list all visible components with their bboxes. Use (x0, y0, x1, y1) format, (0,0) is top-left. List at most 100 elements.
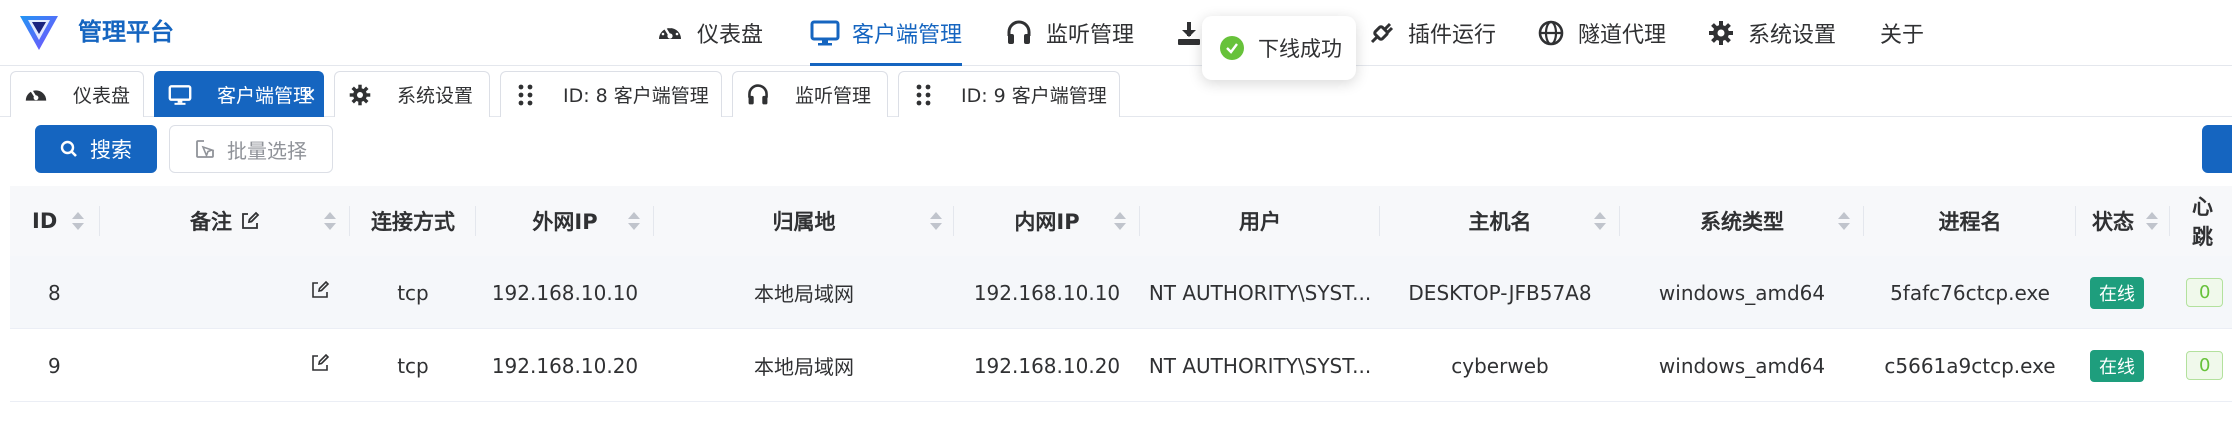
table-row[interactable]: 8 tcp 192.168.10.10 本地局域网 192.168.10.10 … (10, 256, 2232, 329)
headphones-icon (1004, 18, 1034, 48)
column-header-connection: 连接方式 (350, 186, 476, 256)
cell-status: 在线 (2076, 329, 2170, 402)
nav-system-settings-label: 系统设置 (1748, 23, 1837, 48)
cell-connection: tcp (397, 353, 429, 378)
tab-client-9[interactable]: ID: 9 客户端管理 (898, 71, 1120, 117)
column-header-lan-ip[interactable]: 内网IP (954, 186, 1140, 256)
cell-process: c5661a9ctcp.exe (1884, 353, 2056, 378)
nav-tunnel-proxy[interactable]: 隧道代理 (1536, 0, 1666, 66)
cell-os-type: windows_amd64 (1658, 280, 1826, 305)
nav-client-management[interactable]: 客户端管理 (810, 0, 963, 66)
monitor-icon (810, 18, 840, 48)
nav-dashboard-label: 仪表盘 (697, 23, 764, 48)
cell-id: 8 (48, 280, 61, 305)
column-header-os-type[interactable]: 系统类型 (1620, 186, 1864, 256)
cell-connection: tcp (397, 280, 429, 305)
column-header-process: 进程名 (1864, 186, 2076, 256)
nav-about[interactable]: 关于 (1880, 0, 1924, 66)
cell-heartbeat: 0 (2170, 329, 2232, 402)
search-icon (60, 140, 78, 158)
cell-user: NT AUTHORITY\SYST... (1148, 280, 1372, 305)
download-icon (1174, 18, 1204, 48)
edit-icon[interactable] (310, 353, 330, 373)
column-header-user: 用户 (1140, 186, 1380, 256)
heartbeat-badge: 0 (2186, 278, 2224, 307)
sort-icon[interactable] (1838, 212, 1850, 232)
sort-icon[interactable] (1594, 212, 1606, 232)
tab-system-settings-label: 系统设置 (397, 85, 474, 107)
column-header-id[interactable]: ID (10, 186, 100, 256)
page-tabs-bar: 仪表盘 客户端管理 × 系统设置 ID: 8 客户端管理 监听管理 ID: 9 … (0, 67, 2232, 117)
tab-client-management[interactable]: 客户端管理 × (154, 71, 324, 117)
sort-icon[interactable] (72, 212, 84, 232)
tab-client-8-label: ID: 8 客户端管理 (563, 85, 709, 107)
gauge-icon (655, 18, 685, 48)
sort-icon[interactable] (324, 212, 336, 232)
status-badge: 在线 (2090, 276, 2144, 309)
tab-client-8[interactable]: ID: 8 客户端管理 (500, 71, 722, 117)
cell-note (100, 329, 350, 402)
close-icon[interactable]: × (300, 84, 317, 104)
batch-select-button[interactable]: 批量选择 (169, 125, 333, 173)
heartbeat-badge: 0 (2186, 351, 2224, 380)
tab-system-settings[interactable]: 系统设置 (334, 71, 490, 117)
sort-icon[interactable] (930, 212, 942, 232)
cell-wan-ip: 192.168.10.20 (491, 353, 639, 378)
sort-icon[interactable] (1114, 212, 1126, 232)
plugin-icon (1366, 18, 1396, 48)
cell-heartbeat: 0 (2170, 256, 2232, 329)
edit-icon (240, 211, 260, 231)
table-row[interactable]: 9 tcp 192.168.10.20 本地局域网 192.168.10.20 … (10, 329, 2232, 402)
nav-system-settings[interactable]: 系统设置 (1706, 0, 1836, 66)
column-header-hostname[interactable]: 主机名 (1380, 186, 1620, 256)
app-logo-icon (20, 16, 58, 50)
headphones-icon (745, 82, 771, 108)
nav-listener-management[interactable]: 监听管理 (1004, 0, 1134, 66)
top-header: 管理平台 仪表盘 客户端管理 监听管理 插件运行 隧道代理 系统设置 关于 (0, 0, 2232, 66)
select-cursor-icon (195, 139, 215, 159)
cell-wan-ip: 192.168.10.10 (491, 280, 639, 305)
nav-tunnel-proxy-label: 隧道代理 (1578, 23, 1667, 48)
monitor-icon (167, 82, 193, 108)
cell-lan-ip: 192.168.10.20 (973, 353, 1121, 378)
column-header-location[interactable]: 归属地 (654, 186, 954, 256)
cell-hostname: cyberweb (1451, 353, 1549, 378)
column-header-wan-ip[interactable]: 外网IP (476, 186, 654, 256)
edit-icon[interactable] (310, 280, 330, 300)
nav-about-label: 关于 (1880, 23, 1925, 48)
globe-icon (1536, 18, 1566, 48)
gear-icon (1706, 18, 1736, 48)
sort-icon[interactable] (628, 212, 640, 232)
nav-plugin-run-label: 插件运行 (1408, 23, 1497, 48)
success-toast: 下线成功 (1202, 16, 1356, 80)
tab-listener-management-label: 监听管理 (795, 85, 872, 107)
cell-os-type: windows_amd64 (1658, 353, 1826, 378)
table-header: ID 备注 连接方式 外网IP 归属地 内网IP 用户 主机名 系统类型 进程名… (10, 186, 2232, 256)
cell-process: 5fafc76ctcp.exe (1890, 280, 2050, 305)
tab-dashboard[interactable]: 仪表盘 (10, 71, 144, 117)
cell-location: 本地局域网 (754, 355, 854, 379)
cell-id: 9 (48, 353, 61, 378)
search-button[interactable]: 搜索 (35, 125, 157, 173)
search-button-label: 搜索 (90, 138, 132, 162)
cell-user: NT AUTHORITY\SYST... (1148, 353, 1372, 378)
sort-icon[interactable] (2146, 212, 2158, 232)
cell-location: 本地局域网 (754, 282, 854, 306)
column-header-note[interactable]: 备注 (100, 186, 350, 256)
grid-icon (513, 82, 539, 108)
cell-hostname: DESKTOP-JFB57A8 (1408, 280, 1592, 305)
column-header-heartbeat: 心跳 (2192, 195, 2213, 249)
tab-client-9-label: ID: 9 客户端管理 (961, 85, 1107, 107)
nav-plugin-run[interactable]: 插件运行 (1366, 0, 1496, 66)
status-badge: 在线 (2090, 349, 2144, 382)
column-header-status[interactable]: 状态 (2076, 186, 2170, 256)
cell-note (100, 256, 350, 329)
add-button[interactable] (2202, 125, 2232, 173)
nav-dashboard[interactable]: 仪表盘 (655, 0, 763, 66)
tab-dashboard-label: 仪表盘 (73, 85, 131, 107)
grid-icon (911, 82, 937, 108)
tab-listener-management[interactable]: 监听管理 (732, 71, 888, 117)
cell-lan-ip: 192.168.10.10 (973, 280, 1121, 305)
gear-icon (347, 82, 373, 108)
check-circle-icon (1220, 36, 1244, 60)
